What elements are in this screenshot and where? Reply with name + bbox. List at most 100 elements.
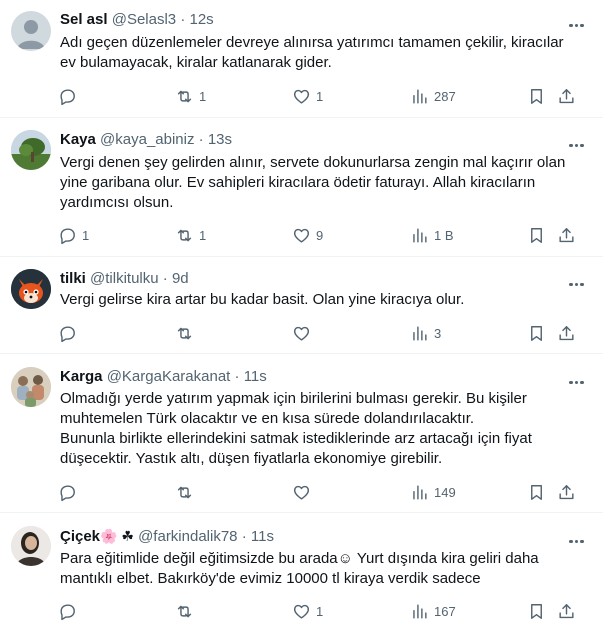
bookmark-button[interactable] [527, 224, 546, 246]
reply-button[interactable]: 1 [58, 224, 89, 246]
share-icon [559, 603, 574, 618]
share-icon [559, 227, 574, 242]
timestamp[interactable]: 11s [251, 528, 274, 545]
views-button[interactable]: 287 [410, 85, 456, 107]
more-options-icon[interactable] [569, 273, 587, 286]
reply-button[interactable] [58, 481, 82, 503]
reply-count: 1 [82, 227, 90, 243]
share-button[interactable] [557, 600, 576, 622]
author-handle[interactable]: @KargaKarakanat [107, 368, 231, 385]
view-count: 167 [434, 603, 456, 619]
heart-icon [293, 228, 310, 243]
tweet-text-line: Adı geçen düzenlemeler devreye alınırsa … [60, 34, 564, 51]
reply-icon [60, 88, 75, 105]
tweet-text: Para eğitimlide değil eğitimsizde bu ara… [60, 549, 585, 589]
like-count: 9 [316, 227, 324, 243]
tweet-text-line: muhtemelen Türk olacaktır ve en kısa sür… [60, 410, 475, 427]
heart-icon [293, 326, 310, 341]
retweet-icon [177, 327, 192, 339]
timestamp[interactable]: 12s [190, 11, 214, 28]
author-name[interactable]: tilki [60, 270, 86, 287]
bookmark-button[interactable] [527, 85, 546, 107]
bookmark-button[interactable] [527, 600, 546, 622]
group-photo-icon [11, 367, 51, 407]
reply-button[interactable] [58, 600, 82, 622]
more-options-icon[interactable] [569, 134, 587, 147]
reply-button[interactable] [58, 322, 82, 344]
tweet-text-line: yine garibana olur. Ev sahipleri kiracıl… [60, 174, 536, 191]
retweet-icon [177, 605, 192, 617]
retweet-icon [177, 90, 192, 102]
like-button[interactable]: 1 [292, 600, 323, 622]
views-icon [413, 325, 427, 341]
separator: · [241, 528, 247, 545]
tweet-text-line: düşecektir. Yastık altı, düşen fiyatlarl… [60, 450, 443, 467]
tweet-text-line: yardımcısı olsun. [60, 194, 174, 211]
author-name[interactable]: Karga [60, 368, 103, 385]
separator: · [180, 11, 186, 28]
views-button[interactable]: 3 [410, 322, 441, 344]
tweet[interactable]: Çiçek🌸 ☘ @farkindalik78 · 11s Para eğiti… [0, 513, 603, 629]
views-icon [413, 88, 427, 104]
more-options-icon[interactable] [569, 371, 587, 384]
like-button[interactable] [292, 322, 316, 344]
retweet-button[interactable]: 1 [175, 224, 206, 246]
views-icon [413, 484, 427, 500]
like-button[interactable]: 9 [292, 224, 323, 246]
bookmark-button[interactable] [527, 322, 546, 344]
author-handle[interactable]: @Selasl3 [112, 11, 176, 28]
avatar[interactable] [11, 526, 51, 566]
avatar[interactable] [11, 130, 51, 170]
tweet-header: tilki @tilkitulku · 9d [60, 269, 189, 289]
tree-photo-icon [11, 130, 51, 170]
timestamp[interactable]: 9d [172, 270, 189, 287]
tweet[interactable]: Kaya @kaya_abiniz · 13s Vergi denen şey … [0, 118, 603, 257]
view-count: 287 [434, 88, 456, 104]
more-options-icon[interactable] [569, 530, 587, 543]
bookmark-icon [531, 484, 542, 500]
tweet-header: Sel asl @Selasl3 · 12s [60, 10, 214, 30]
tweet[interactable]: Karga @KargaKarakanat · 11s Olmadığı yer… [0, 354, 603, 513]
like-button[interactable]: 1 [292, 85, 323, 107]
views-icon [413, 227, 427, 243]
tweet-text-line: Vergi gelirse kira artar bu kadar basit.… [60, 291, 465, 308]
retweet-button[interactable] [175, 600, 199, 622]
action-bar: 149 [50, 481, 590, 503]
author-name[interactable]: Çiçek [60, 528, 100, 545]
author-name[interactable]: Sel asl [60, 11, 108, 28]
action-bar: 1 167 [50, 600, 590, 622]
views-button[interactable]: 1 B [410, 224, 454, 246]
share-button[interactable] [557, 85, 576, 107]
share-button[interactable] [557, 481, 576, 503]
tweet-text-line: ev bulamayacak, kiralar katlanarak gider… [60, 54, 332, 71]
share-icon [559, 325, 574, 340]
views-button[interactable]: 167 [410, 600, 456, 622]
action-bar: 1 1 287 [50, 85, 590, 107]
timestamp[interactable]: 11s [244, 368, 267, 385]
author-name[interactable]: Kaya [60, 131, 96, 148]
views-button[interactable]: 149 [410, 481, 456, 503]
share-button[interactable] [557, 224, 576, 246]
reply-button[interactable] [58, 85, 82, 107]
tweet-text: Adı geçen düzenlemeler devreye alınırsa … [60, 33, 585, 73]
share-button[interactable] [557, 322, 576, 344]
author-handle[interactable]: @kaya_abiniz [100, 131, 194, 148]
reply-icon [60, 484, 75, 501]
retweet-button[interactable] [175, 481, 199, 503]
bookmark-button[interactable] [527, 481, 546, 503]
avatar[interactable] [11, 11, 51, 51]
tweet-text-line: Para eğitimlide değil eğitimsizde bu ara… [60, 550, 539, 567]
tweet[interactable]: Sel asl @Selasl3 · 12s Adı geçen düzenle… [0, 0, 603, 118]
like-button[interactable] [292, 481, 316, 503]
author-handle[interactable]: @tilkitulku [90, 270, 159, 287]
retweet-button[interactable]: 1 [175, 85, 206, 107]
reply-icon [60, 325, 75, 342]
retweet-button[interactable] [175, 322, 199, 344]
tweet-text: Vergi denen şey gelirden alınır, servete… [60, 153, 585, 213]
tweet[interactable]: tilki @tilkitulku · 9d Vergi gelirse kir… [0, 257, 603, 354]
more-options-icon[interactable] [569, 14, 587, 27]
timestamp[interactable]: 13s [208, 131, 232, 148]
author-handle[interactable]: @farkindalik78 [138, 528, 237, 545]
avatar[interactable] [11, 269, 51, 309]
avatar[interactable] [11, 367, 51, 407]
